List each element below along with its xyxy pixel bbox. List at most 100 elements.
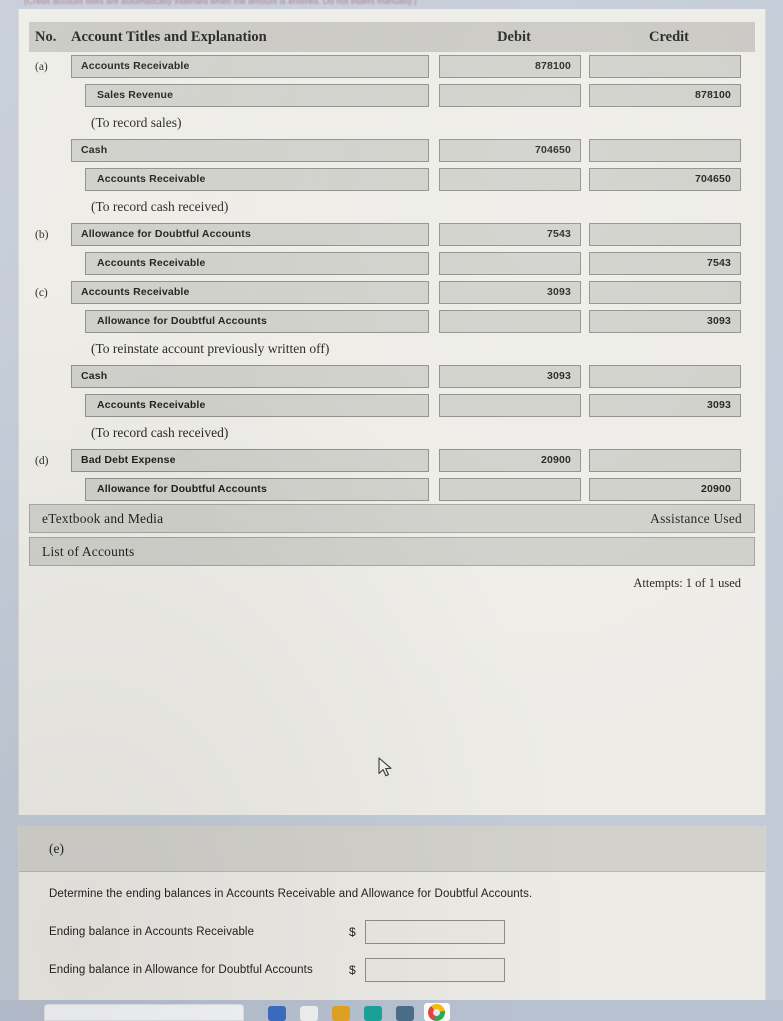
credit-cell: 3093 (589, 310, 749, 333)
account-title-select[interactable]: Bad Debt Expense (71, 449, 429, 472)
account-title-cell: Allowance for Doubtful Accounts (71, 478, 439, 501)
attempts-status: Attempts: 1 of 1 used (633, 576, 741, 590)
credit-cell (589, 139, 749, 162)
account-title-cell: Cash (71, 365, 439, 388)
taskbar-printer-icon[interactable] (392, 1003, 418, 1021)
taskbar-active-window[interactable] (44, 1004, 244, 1021)
credit-input[interactable]: 3093 (589, 394, 741, 417)
account-title-cell: Accounts Receivable (71, 168, 439, 191)
debit-input[interactable]: 704650 (439, 139, 581, 162)
credit-input[interactable] (589, 55, 741, 78)
journal-explanation: (To record cash received) (29, 420, 755, 446)
debit-input[interactable]: 3093 (439, 281, 581, 304)
journal-explanation: (To reinstate account previously written… (29, 336, 755, 362)
ending-balance-line: Ending balance in Accounts Receivable $ (19, 920, 765, 944)
debit-input[interactable] (439, 84, 581, 107)
credit-input[interactable] (589, 139, 741, 162)
credit-input[interactable] (589, 365, 741, 388)
etextbook-and-media-bar[interactable]: eTextbook and Media Assistance Used (29, 504, 755, 533)
debit-input[interactable]: 7543 (439, 223, 581, 246)
credit-input[interactable]: 20900 (589, 478, 741, 501)
debit-cell: 704650 (439, 139, 589, 162)
debit-cell: 3093 (439, 365, 589, 388)
taskbar-teal-app-icon[interactable] (360, 1003, 386, 1021)
journal-table: No. Account Titles and Explanation Debit… (19, 22, 765, 504)
journal-entry-row: Allowance for Doubtful Accounts 3093 (29, 307, 755, 336)
account-title-select[interactable]: Cash (71, 365, 429, 388)
cut-off-instruction-text: (Credit account titles are automatically… (24, 0, 417, 6)
white-app-icon-glyph (300, 1006, 318, 1021)
taskbar-folder-icon[interactable] (328, 1003, 354, 1021)
debit-input[interactable] (439, 168, 581, 191)
debit-input[interactable]: 20900 (439, 449, 581, 472)
debit-input[interactable]: 878100 (439, 55, 581, 78)
account-title-select[interactable]: Accounts Receivable (71, 281, 429, 304)
ending-balance-input[interactable] (365, 920, 505, 944)
credit-input[interactable]: 878100 (589, 84, 741, 107)
account-title-select[interactable]: Accounts Receivable (85, 252, 429, 275)
debit-cell (439, 252, 589, 275)
account-title-select[interactable]: Allowance for Doubtful Accounts (85, 310, 429, 333)
debit-cell: 20900 (439, 449, 589, 472)
blue-app-icon-glyph (268, 1006, 286, 1021)
account-title-select[interactable]: Sales Revenue (85, 84, 429, 107)
journal-entry-row: (a) Accounts Receivable 878100 (29, 52, 755, 81)
debit-input[interactable]: 3093 (439, 365, 581, 388)
account-title-select[interactable]: Accounts Receivable (71, 55, 429, 78)
part-e-panel: (e) Determine the ending balances in Acc… (18, 826, 766, 1011)
account-title-cell: Accounts Receivable (71, 281, 439, 304)
ending-balance-line: Ending balance in Allowance for Doubtful… (19, 958, 765, 982)
credit-cell: 704650 (589, 168, 749, 191)
journal-entry-row: Accounts Receivable 7543 (29, 249, 755, 278)
debit-cell (439, 310, 589, 333)
debit-input[interactable] (439, 394, 581, 417)
account-title-select[interactable]: Cash (71, 139, 429, 162)
account-title-select[interactable]: Accounts Receivable (85, 168, 429, 191)
debit-cell: 3093 (439, 281, 589, 304)
journal-table-header: No. Account Titles and Explanation Debit… (29, 22, 755, 52)
journal-explanation-text: (To record sales) (91, 115, 182, 130)
printer-icon-glyph (396, 1006, 414, 1021)
taskbar-white-app-icon[interactable] (296, 1003, 322, 1021)
column-header-credit: Credit (648, 28, 689, 45)
credit-cell (589, 55, 749, 78)
part-e-prompt: Determine the ending balances in Account… (49, 888, 533, 900)
credit-cell: 3093 (589, 394, 749, 417)
taskbar-chrome-icon[interactable] (424, 1003, 450, 1021)
list-of-accounts-bar[interactable]: List of Accounts (29, 537, 755, 566)
journal-entry-row: Sales Revenue 878100 (29, 81, 755, 110)
credit-input[interactable] (589, 449, 741, 472)
credit-input[interactable] (589, 223, 741, 246)
debit-cell: 7543 (439, 223, 589, 246)
teal-app-icon-glyph (364, 1006, 382, 1021)
account-title-select[interactable]: Allowance for Doubtful Accounts (71, 223, 429, 246)
currency-symbol: $ (349, 963, 356, 977)
journal-row-number: (c) (35, 286, 48, 299)
journal-explanation-text: (To record cash received) (91, 199, 229, 214)
account-title-cell: Accounts Receivable (71, 394, 439, 417)
taskbar-blue-app-icon[interactable] (264, 1003, 290, 1021)
account-title-select[interactable]: Accounts Receivable (85, 394, 429, 417)
debit-cell (439, 394, 589, 417)
currency-symbol: $ (349, 925, 356, 939)
credit-input[interactable]: 704650 (589, 168, 741, 191)
credit-cell: 20900 (589, 478, 749, 501)
debit-input[interactable] (439, 310, 581, 333)
credit-input[interactable] (589, 281, 741, 304)
debit-input[interactable] (439, 478, 581, 501)
account-title-cell: Allowance for Doubtful Accounts (71, 223, 439, 246)
debit-cell (439, 168, 589, 191)
credit-input[interactable]: 7543 (589, 252, 741, 275)
debit-input[interactable] (439, 252, 581, 275)
account-title-cell: Accounts Receivable (71, 55, 439, 78)
journal-entry-panel: No. Account Titles and Explanation Debit… (18, 9, 766, 815)
credit-input[interactable]: 3093 (589, 310, 741, 333)
screen: (Credit account titles are automatically… (0, 0, 783, 1021)
ending-balance-input[interactable] (365, 958, 505, 982)
credit-cell (589, 281, 749, 304)
windows-taskbar[interactable] (0, 1000, 783, 1021)
account-title-select[interactable]: Allowance for Doubtful Accounts (85, 478, 429, 501)
account-title-cell: Allowance for Doubtful Accounts (71, 310, 439, 333)
column-header-no: No. (35, 28, 57, 45)
account-title-cell: Sales Revenue (71, 84, 439, 107)
